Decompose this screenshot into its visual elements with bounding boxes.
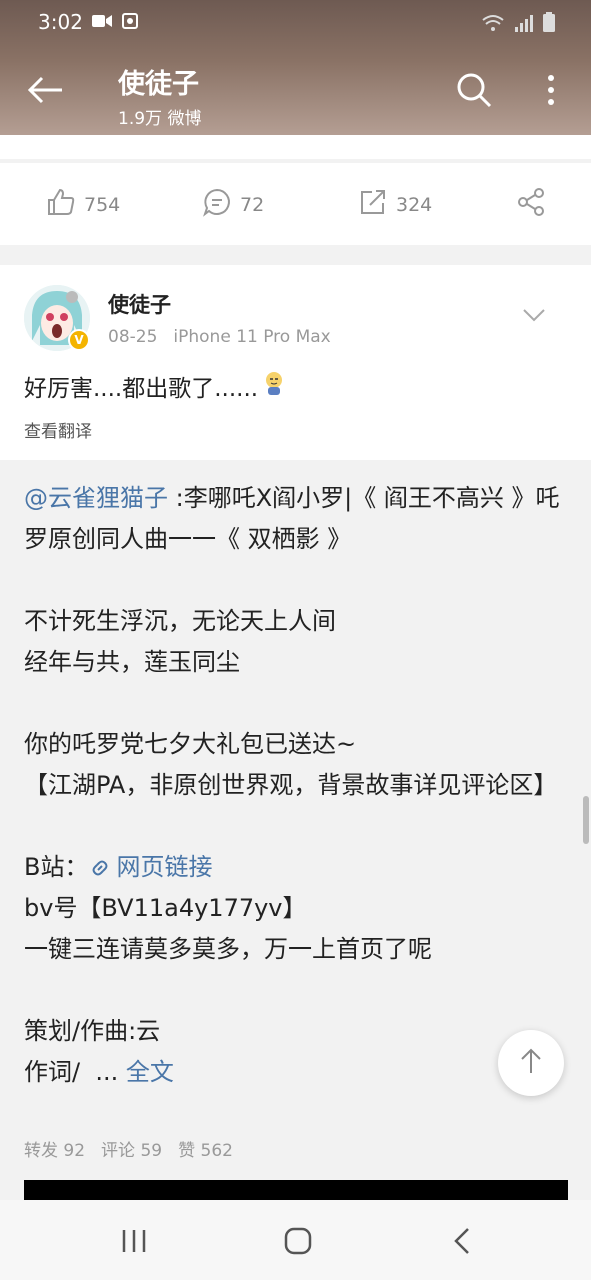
status-time: 3:02 <box>38 10 83 34</box>
scroll-to-top-button[interactable] <box>498 1030 564 1096</box>
repost-line-3: 经年与共，莲玉同尘 <box>24 648 240 676</box>
link-icon <box>92 860 108 876</box>
repost-count: 324 <box>396 193 433 216</box>
battery-icon <box>543 12 555 36</box>
repost-line-7: 一键三连请莫多莫多，万一上首页了呢 <box>24 935 432 963</box>
signal-icon <box>515 14 533 36</box>
repost-line-2: 不计死生浮沉，无论天上人间 <box>24 607 336 635</box>
profile-header: 3:02 使徒子 1.9万 微博 <box>0 0 591 135</box>
search-icon[interactable] <box>454 70 494 110</box>
full-text-link[interactable]: 全文 <box>126 1058 174 1086</box>
post-device: iPhone 11 Pro Max <box>173 327 331 347</box>
comment-stat[interactable]: 评论 59 <box>101 1136 162 1161</box>
post-text-content: 好厉害....都出歌了...... <box>24 376 259 402</box>
system-nav-bar <box>0 1200 591 1280</box>
forward-stat[interactable]: 转发 92 <box>24 1136 85 1161</box>
post-count-subtitle: 1.9万 微博 <box>118 109 202 129</box>
like-button[interactable]: 754 <box>46 187 120 222</box>
post-username[interactable]: 使徒子 <box>108 289 171 319</box>
post-text: 好厉害....都出歌了...... <box>24 369 286 403</box>
like-stat[interactable]: 赞 562 <box>178 1136 233 1161</box>
repost-button[interactable]: 324 <box>358 187 432 222</box>
verified-badge-icon: V <box>68 329 90 351</box>
repost-line-8: 策划/作曲:云 <box>24 1017 161 1045</box>
chevron-down-icon[interactable] <box>522 307 546 323</box>
thumbs-up-icon <box>46 187 76 222</box>
arrow-up-icon <box>516 1046 546 1080</box>
scrollbar[interactable] <box>583 796 589 844</box>
status-bar: 3:02 <box>0 0 591 46</box>
comment-button[interactable]: 72 <box>202 187 264 222</box>
home-icon[interactable] <box>278 1226 318 1256</box>
comment-icon <box>202 187 232 222</box>
previous-post-edge <box>0 135 591 159</box>
post-date: 08-25 <box>108 327 158 347</box>
recent-apps-icon[interactable] <box>114 1226 154 1256</box>
repost-line-6: bv号【BV11a4y177yv】 <box>24 894 307 922</box>
repost-stats: 转发 92 评论 59 赞 562 <box>24 1136 233 1161</box>
post-card: V 使徒子 08-25 iPhone 11 Pro Max 好厉害....都出歌… <box>0 265 591 460</box>
translate-link[interactable]: 查看翻译 <box>24 417 92 442</box>
like-count: 754 <box>84 193 121 216</box>
comment-count: 72 <box>240 193 265 216</box>
share-button[interactable] <box>516 187 546 222</box>
web-link-text: 网页链接 <box>116 853 213 881</box>
nav-back-icon[interactable] <box>444 1226 484 1256</box>
bili-label: B站： <box>24 853 89 881</box>
post-action-bar: 754 72 324 <box>0 163 591 245</box>
media-thumbnail[interactable] <box>24 1180 568 1202</box>
share-icon <box>516 187 546 222</box>
repost-line-4: 你的吒罗党七夕大礼包已送达~ <box>24 730 357 758</box>
back-arrow-icon[interactable] <box>24 68 68 112</box>
mention-link[interactable]: @云雀狸猫子 <box>24 484 168 512</box>
wifi-icon <box>481 14 505 36</box>
repost-icon <box>358 187 388 222</box>
repost-line-5: 【江湖PA，非原创世界观，背景故事详见评论区】 <box>24 771 558 799</box>
post-meta: 08-25 iPhone 11 Pro Max <box>108 327 331 347</box>
web-link[interactable]: 网页链接 <box>88 853 212 881</box>
screenshot-icon <box>122 13 138 33</box>
crying-emoji-icon <box>262 370 286 402</box>
more-options-icon[interactable] <box>536 70 566 110</box>
profile-title: 使徒子 <box>118 69 199 100</box>
repost-line-9: 作词/ ... <box>24 1058 126 1086</box>
video-record-icon <box>92 13 112 33</box>
